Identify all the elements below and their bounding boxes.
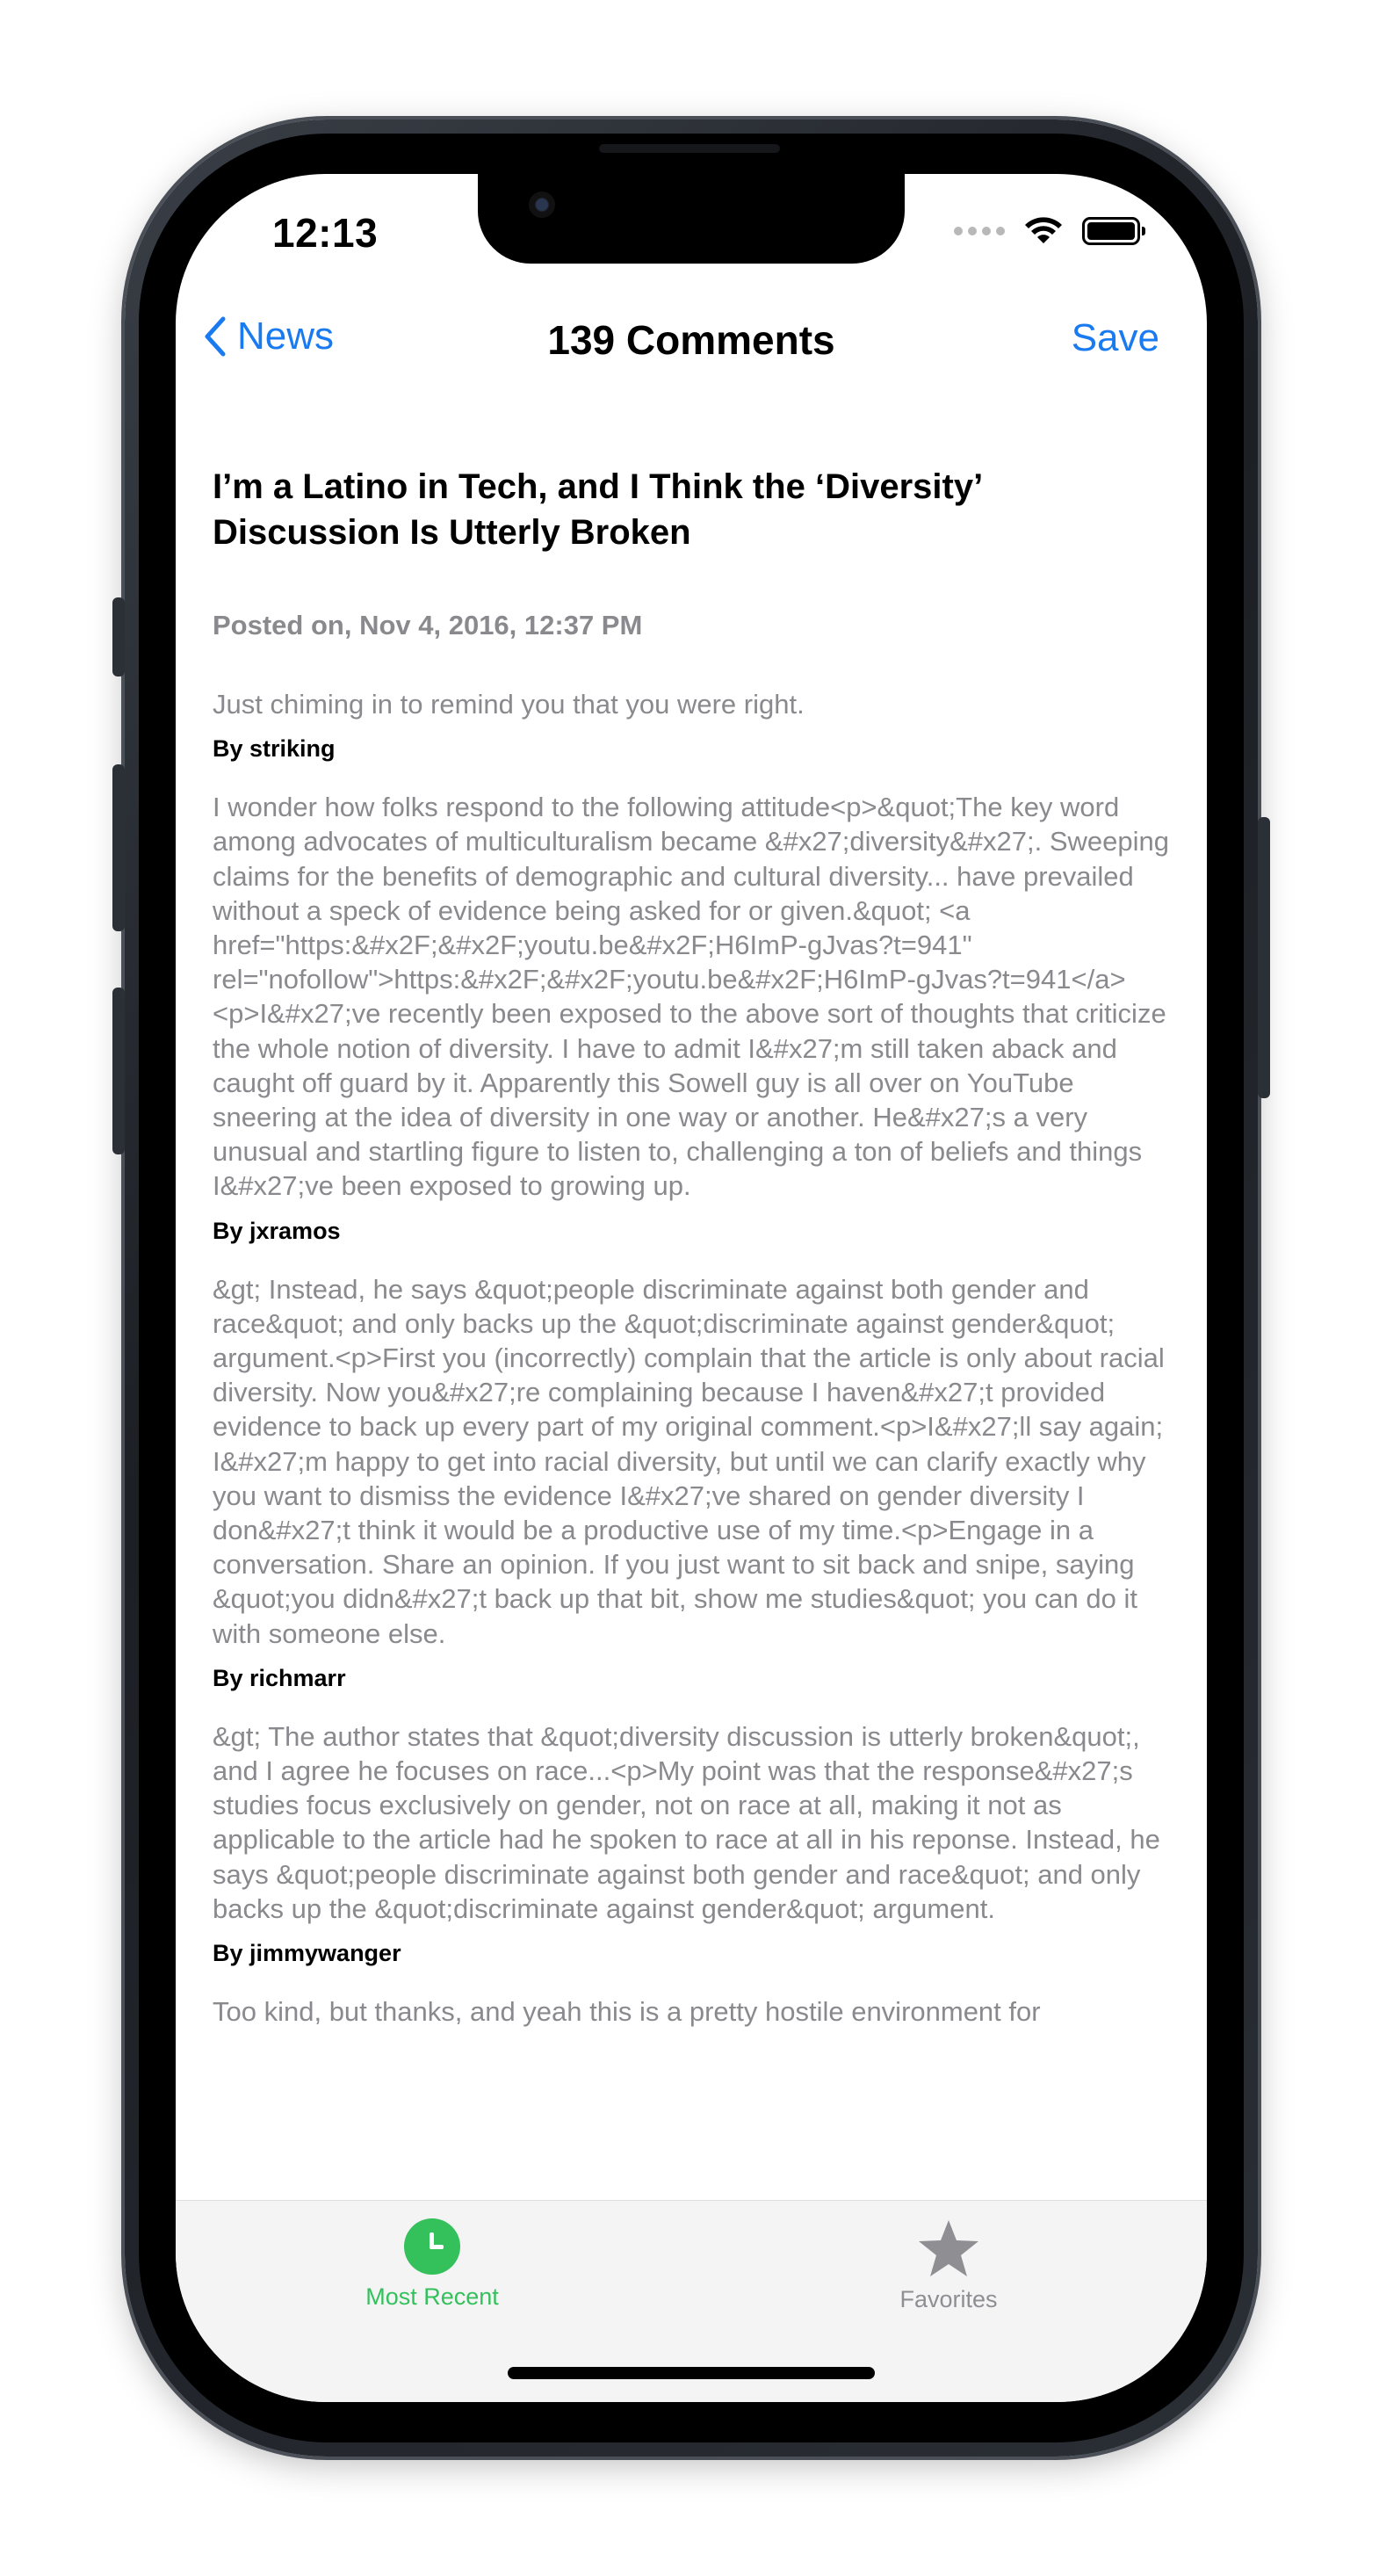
screen: 12:13 139 Comments News Save I’m a Latin…: [176, 174, 1207, 2402]
article-title: I’m a Latino in Tech, and I Think the ‘D…: [213, 467, 981, 552]
battery-icon: [1082, 217, 1145, 245]
star-icon: [919, 2220, 978, 2276]
tab-favorites[interactable]: Favorites: [817, 2218, 1080, 2313]
status-indicators: [954, 216, 1145, 246]
comment-author: By richmarr: [213, 1664, 346, 1691]
comment-text: Too kind, but thanks, and yeah this is a…: [213, 1996, 1041, 2028]
posted-date: Posted on, Nov 4, 2016, 12:37 PM: [213, 610, 643, 640]
tab-label: Favorites: [899, 2286, 998, 2312]
back-chevron-icon: [205, 316, 226, 357]
dynamic-island: [478, 174, 905, 264]
back-button[interactable]: News: [202, 315, 334, 358]
speaker-grille: [599, 144, 780, 153]
back-label: News: [237, 315, 335, 358]
tab-label: Most Recent: [365, 2283, 499, 2310]
save-button[interactable]: Save: [1072, 316, 1159, 360]
comment-author: By jxramos: [213, 1217, 341, 1244]
home-indicator: [508, 2367, 875, 2379]
tab-most-recent[interactable]: Most Recent: [300, 2218, 564, 2311]
comment-text: &gt; The author states that &quot;divers…: [213, 1720, 1160, 1924]
comment-text: Just chiming in to remind you that you w…: [213, 689, 805, 720]
status-time: 12:13: [272, 210, 379, 256]
cellular-signal-icon: [954, 227, 1005, 235]
clock-icon: [404, 2218, 460, 2275]
volume-up-button: [112, 764, 125, 931]
volume-down-button: [112, 988, 125, 1154]
comment-text: I wonder how folks respond to the follow…: [213, 792, 1169, 1202]
comment-text: &gt; Instead, he says &quot;people discr…: [213, 1273, 1165, 1649]
action-button: [112, 597, 125, 677]
comment-author: By jimmywanger: [213, 1940, 401, 1967]
power-button: [1258, 817, 1270, 1098]
comments-scroll-view[interactable]: I’m a Latino in Tech, and I Think the ‘D…: [213, 464, 1170, 2029]
wifi-icon: [1025, 217, 1062, 243]
front-camera: [529, 192, 555, 218]
comment-author: By striking: [213, 735, 336, 763]
